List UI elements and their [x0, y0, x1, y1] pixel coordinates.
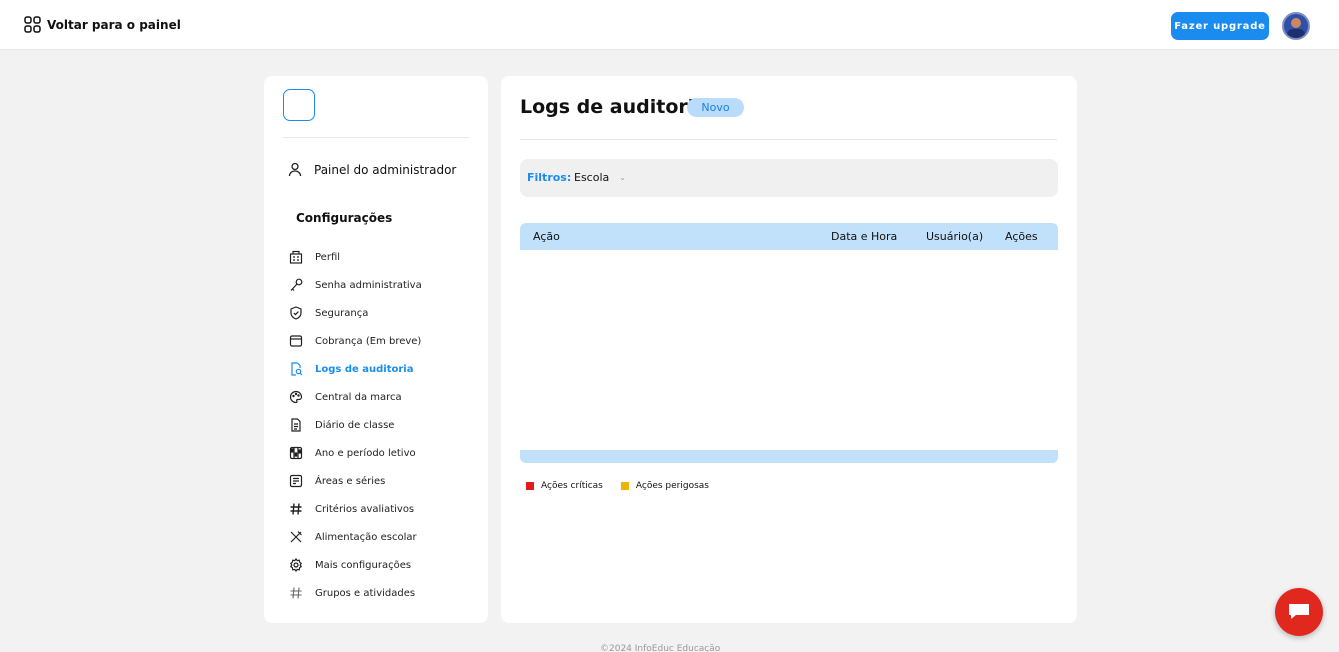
- audit-table-header: Ação Data e Hora Usuário(a) Ações: [520, 223, 1058, 250]
- sidebar-item-admin-password[interactable]: Senha administrativa: [288, 271, 422, 299]
- page-title: Logs de auditoria: [520, 96, 708, 118]
- divider: [283, 137, 469, 138]
- chevron-down-icon: ⌄: [619, 173, 626, 182]
- column-header-actions[interactable]: Ações: [1005, 230, 1038, 243]
- severity-legend: Ações críticas Ações perigosas: [526, 481, 709, 491]
- admin-panel-link[interactable]: Painel do administrador: [288, 162, 456, 177]
- sidebar-item-evaluation-criteria[interactable]: Critérios avaliativos: [288, 495, 422, 523]
- legend-label: Ações perigosas: [635, 481, 709, 491]
- filter-value: Escola: [574, 171, 610, 184]
- school-filter-select[interactable]: Escola ⌄: [574, 171, 626, 184]
- sidebar-item-more-settings[interactable]: Mais configurações: [288, 551, 422, 579]
- back-to-dashboard-link[interactable]: Voltar para o painel: [24, 16, 181, 33]
- sidebar-item-label: Mais configurações: [315, 559, 412, 571]
- document-icon: [288, 418, 303, 433]
- sidebar-item-label: Segurança: [315, 307, 369, 319]
- user-avatar-icon: [1287, 18, 1305, 38]
- legend-dangerous: Ações perigosas: [620, 481, 709, 491]
- column-header-datetime[interactable]: Data e Hora: [831, 230, 897, 243]
- settings-nav: Perfil Senha administrativa Segurança Co…: [288, 243, 422, 607]
- copyright-footer: ©2024 InfoEduc Educação: [600, 644, 721, 652]
- shield-icon: [288, 306, 303, 321]
- sidebar-item-areas-grades[interactable]: Áreas e séries: [288, 467, 422, 495]
- cutlery-icon: [288, 530, 303, 545]
- audit-logs-panel: Logs de auditoria Novo Filtros: Escola ⌄…: [501, 76, 1077, 623]
- audit-file-icon: [288, 362, 303, 377]
- settings-sidebar: Painel do administrador Configurações Pe…: [264, 76, 488, 623]
- upgrade-button[interactable]: Fazer upgrade: [1171, 12, 1269, 40]
- chat-button[interactable]: [1275, 588, 1323, 636]
- column-header-user[interactable]: Usuário(a): [926, 230, 983, 243]
- palette-icon: [288, 390, 303, 405]
- new-badge: Novo: [687, 98, 744, 117]
- filters-label: Filtros:: [527, 171, 572, 184]
- sidebar-item-label: Diário de classe: [315, 419, 395, 431]
- calendar-icon: [288, 446, 303, 461]
- sidebar-item-label: Senha administrativa: [315, 279, 422, 291]
- list-icon: [288, 474, 303, 489]
- column-header-action[interactable]: Ação: [533, 230, 560, 243]
- filters-bar: Filtros: Escola ⌄: [520, 159, 1058, 197]
- sidebar-item-audit-logs[interactable]: Logs de auditoria: [288, 355, 422, 383]
- sidebar-item-label: Cobrança (Em breve): [315, 335, 422, 347]
- sidebar-item-billing[interactable]: Cobrança (Em breve): [288, 327, 422, 355]
- legend-critical: Ações críticas: [526, 481, 603, 491]
- audit-table-footer: [520, 450, 1058, 463]
- sidebar-item-label: Alimentação escolar: [315, 531, 417, 543]
- sidebar-item-label: Áreas e séries: [315, 475, 386, 487]
- sidebar-item-class-diary[interactable]: Diário de classe: [288, 411, 422, 439]
- dangerous-swatch: [620, 482, 629, 490]
- divider: [520, 139, 1057, 140]
- top-bar: Voltar para o painel Fazer upgrade: [0, 0, 1339, 50]
- sidebar-item-label: Grupos e atividades: [315, 587, 416, 599]
- sidebar-item-security[interactable]: Segurança: [288, 299, 422, 327]
- sidebar-item-school-year[interactable]: Ano e período letivo: [288, 439, 422, 467]
- settings-section-title: Configurações: [296, 211, 393, 225]
- window-icon: [288, 334, 303, 349]
- building-icon: [288, 250, 303, 265]
- gear-icon: [288, 558, 303, 573]
- key-icon: [288, 278, 303, 293]
- admin-panel-label: Painel do administrador: [314, 162, 457, 177]
- sidebar-item-label: Ano e período letivo: [315, 447, 416, 459]
- sidebar-item-label: Central da marca: [315, 391, 402, 403]
- avatar[interactable]: [1282, 12, 1310, 40]
- hash-icon: [288, 586, 303, 601]
- critical-swatch: [526, 482, 534, 490]
- sidebar-item-profile[interactable]: Perfil: [288, 243, 422, 271]
- grid-icon: [24, 16, 41, 33]
- sidebar-item-school-meals[interactable]: Alimentação escolar: [288, 523, 422, 551]
- sidebar-item-brand-center[interactable]: Central da marca: [288, 383, 422, 411]
- sidebar-item-label: Critérios avaliativos: [315, 503, 415, 515]
- sidebar-item-label: Logs de auditoria: [315, 363, 414, 375]
- chat-bubble-icon: [1289, 604, 1309, 619]
- user-icon: [288, 162, 302, 177]
- back-label: Voltar para o painel: [47, 17, 181, 32]
- school-logo-placeholder: [283, 89, 315, 121]
- legend-label: Ações críticas: [541, 481, 603, 491]
- sidebar-item-groups-activities[interactable]: Grupos e atividades: [288, 579, 422, 607]
- hash-icon: [288, 502, 303, 517]
- sidebar-item-label: Perfil: [315, 251, 341, 263]
